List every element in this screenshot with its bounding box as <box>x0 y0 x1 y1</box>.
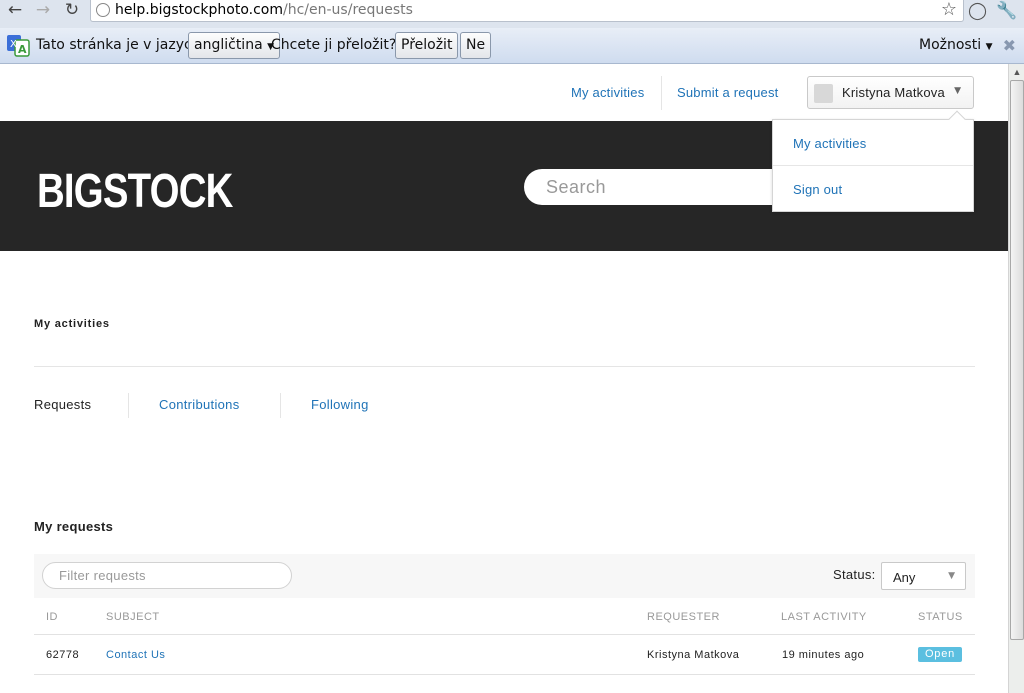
tab-following[interactable]: Following <box>311 397 369 412</box>
request-subject-link[interactable]: Contact Us <box>106 649 165 661</box>
submit-request-link[interactable]: Submit a request <box>677 85 778 100</box>
globe-icon <box>96 3 110 17</box>
translate-prefix: Tato stránka je v jazyce <box>36 37 201 53</box>
caret-down-icon: ▼ <box>948 571 955 581</box>
tab-divider <box>128 393 129 418</box>
wrench-icon[interactable]: 🔧 <box>996 1 1017 21</box>
tab-divider <box>280 393 281 418</box>
reload-icon[interactable]: ↻ <box>61 0 83 22</box>
close-icon[interactable]: ✖ <box>1003 36 1016 55</box>
page-title: My activities <box>34 318 110 330</box>
scroll-up-arrow-icon[interactable]: ▲ <box>1011 66 1023 78</box>
page-scrollbar[interactable]: ▲ <box>1008 64 1024 693</box>
translate-question: Chcete ji přeložit? <box>271 37 397 53</box>
bigstock-logo[interactable]: BIGSTOCK <box>37 164 233 219</box>
column-header-status: STATUS <box>918 611 963 623</box>
status-select[interactable]: Any ▼ <box>881 562 966 590</box>
filter-requests-input[interactable]: Filter requests <box>42 562 292 589</box>
column-header-id: ID <box>46 611 58 623</box>
my-activities-link[interactable]: My activities <box>571 85 644 100</box>
filter-placeholder: Filter requests <box>59 568 146 583</box>
options-menu[interactable]: Možnosti ▼ <box>919 37 992 53</box>
address-bar[interactable]: help.bigstockphoto.com/hc/en-us/requests… <box>90 0 964 22</box>
bookmark-star-icon[interactable]: ☆ <box>941 0 957 20</box>
caret-down-icon: ▼ <box>954 86 961 96</box>
search-placeholder: Search <box>546 177 607 197</box>
user-dropdown-menu: My activities Sign out <box>772 110 974 212</box>
svg-text:X: X <box>10 39 17 50</box>
request-id: 62778 <box>46 649 80 661</box>
request-requester: Kristyna Matkova <box>647 649 740 661</box>
section-title: My requests <box>34 519 114 534</box>
browser-toolbar: ← → ↻ help.bigstockphoto.com/hc/en-us/re… <box>0 0 1024 28</box>
avatar <box>814 84 833 103</box>
caret-down-icon: ▼ <box>985 42 993 52</box>
status-label: Status: <box>833 567 876 582</box>
header-divider <box>661 76 662 110</box>
user-name: Kristyna Matkova <box>842 85 945 100</box>
scroll-thumb[interactable] <box>1010 80 1024 640</box>
menu-item-my-activities[interactable]: My activities <box>793 136 866 151</box>
translate-infobar: X A Tato stránka je v jazyce angličtina … <box>0 28 1024 64</box>
no-translate-button[interactable]: Ne <box>460 32 492 59</box>
status-value: Any <box>893 570 916 585</box>
address-url: help.bigstockphoto.com/hc/en-us/requests <box>115 2 413 18</box>
menu-divider <box>773 165 973 166</box>
user-menu-button[interactable]: Kristyna Matkova ▼ <box>807 76 974 109</box>
extension-icon[interactable]: ◯ <box>968 1 987 21</box>
svg-text:A: A <box>18 43 27 56</box>
translate-button[interactable]: Přeložit <box>395 32 459 59</box>
status-badge: Open <box>918 647 962 662</box>
back-arrow-icon[interactable]: ← <box>4 0 26 22</box>
language-select[interactable]: angličtina ▼ <box>188 32 281 59</box>
translate-icon: X A <box>7 35 30 57</box>
request-last-activity: 19 minutes ago <box>782 649 865 661</box>
forward-arrow-icon[interactable]: → <box>32 0 54 22</box>
tab-requests[interactable]: Requests <box>34 397 91 412</box>
table-row-divider <box>34 674 975 675</box>
column-header-last-activity: LAST ACTIVITY <box>781 611 867 623</box>
tab-contributions[interactable]: Contributions <box>159 397 240 412</box>
filter-bar: Filter requests Status: Any ▼ <box>34 554 975 598</box>
divider <box>34 366 975 367</box>
column-header-requester: REQUESTER <box>647 611 720 623</box>
table-header-divider <box>34 634 975 635</box>
menu-item-sign-out[interactable]: Sign out <box>793 182 842 197</box>
column-header-subject: SUBJECT <box>106 611 160 623</box>
dropdown-arrow <box>948 110 966 128</box>
